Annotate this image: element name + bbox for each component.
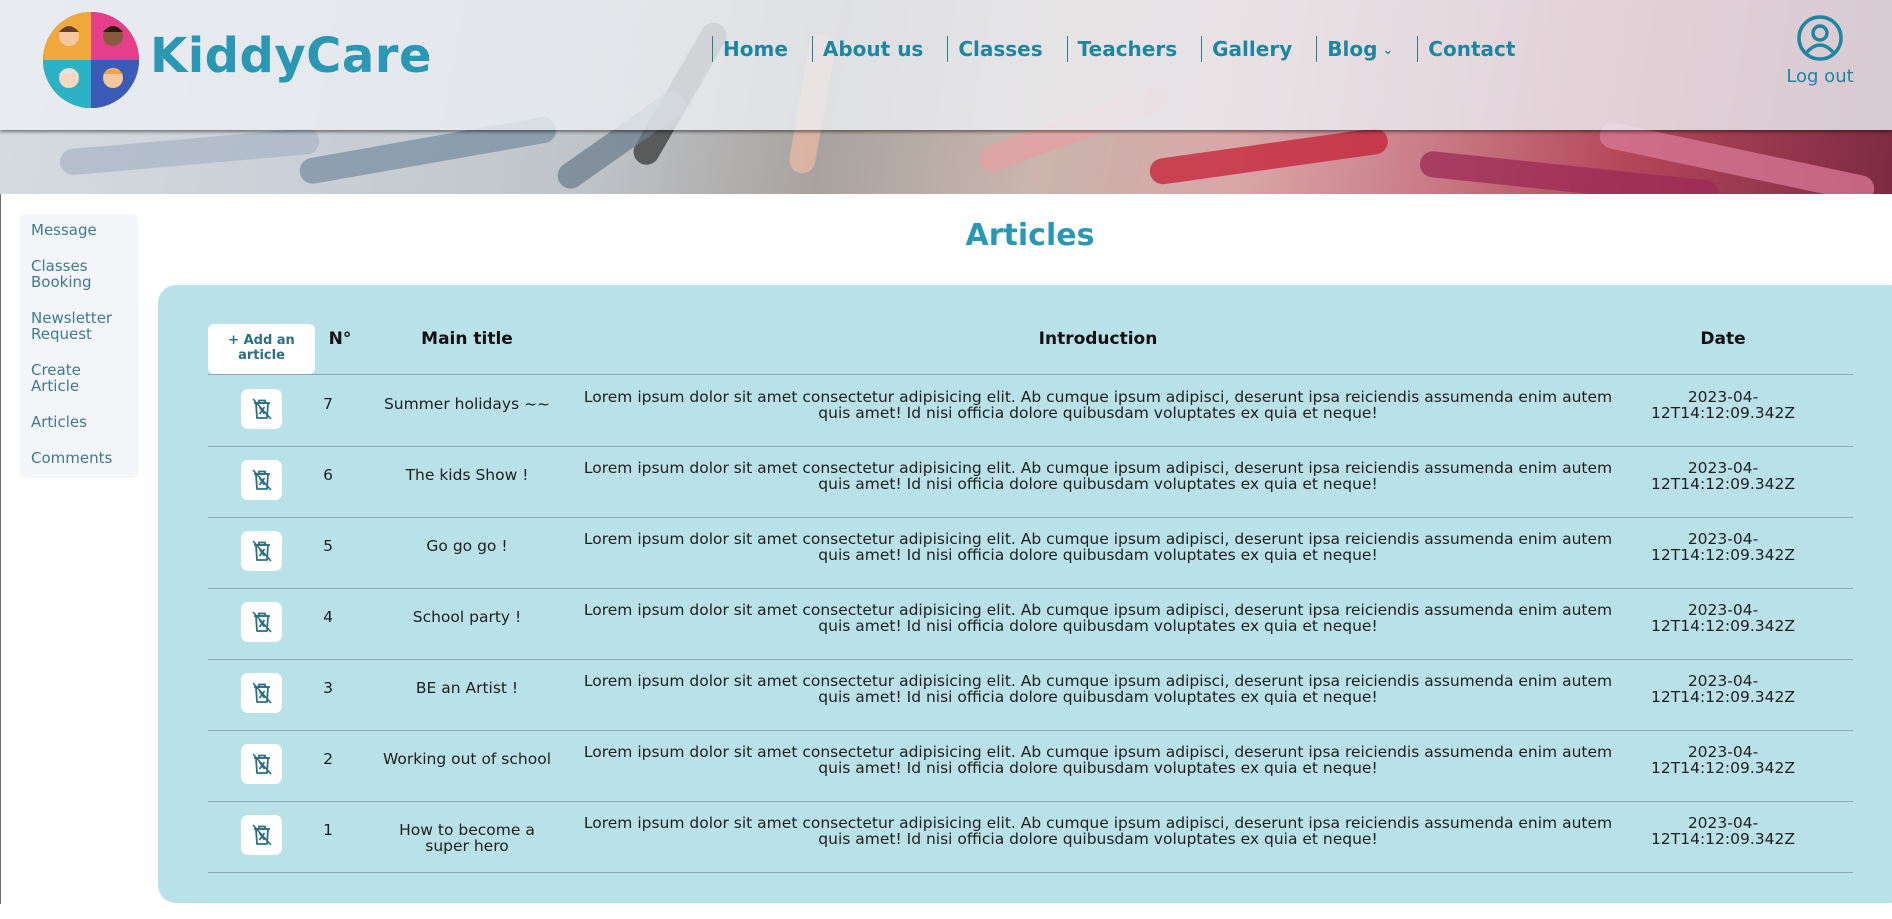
sidebar-item-classes-booking[interactable]: Classes Booking (31, 258, 131, 290)
article-date: 2023-04-12T14:12:09.342Z (1651, 814, 1795, 848)
article-number: 7 (323, 395, 333, 413)
delete-article-button[interactable] (241, 531, 282, 571)
logout-button[interactable]: Log out (1780, 14, 1860, 87)
article-title: BE an Artist ! (415, 679, 519, 697)
trash-cross-icon (251, 611, 272, 633)
nav-label: Blog (1327, 37, 1378, 61)
page-title: Articles (965, 218, 1095, 253)
article-date: 2023-04-12T14:12:09.342Z (1651, 601, 1795, 635)
sidebar-item-create-article[interactable]: Create Article (31, 362, 131, 394)
nav-blog[interactable]: Blog ⌄ (1316, 36, 1405, 62)
article-number: 3 (323, 679, 333, 697)
delete-article-button[interactable] (241, 460, 282, 500)
article-introduction: Lorem ipsum dolor sit amet consectetur a… (583, 459, 1613, 493)
nav-label: About us (822, 37, 924, 61)
article-date: 2023-04-12T14:12:09.342Z (1651, 672, 1795, 706)
article-date: 2023-04-12T14:12:09.342Z (1651, 743, 1795, 777)
sidebar-item-articles[interactable]: Articles (31, 414, 131, 430)
article-title: Go go go ! (426, 537, 508, 555)
logo-icon (43, 12, 139, 108)
nav-label: Teachers (1077, 37, 1178, 61)
table-row: 7 Summer holidays ~~ Lorem ipsum dolor s… (208, 375, 1853, 446)
trash-cross-icon (251, 682, 272, 704)
article-date: 2023-04-12T14:12:09.342Z (1651, 459, 1795, 493)
table-row: 2 Working out of school Lorem ipsum dolo… (208, 730, 1853, 801)
nav-label: Classes (958, 37, 1043, 61)
article-number: 2 (323, 750, 333, 768)
article-introduction: Lorem ipsum dolor sit amet consectetur a… (583, 530, 1613, 564)
article-date: 2023-04-12T14:12:09.342Z (1651, 530, 1795, 564)
left-divider (0, 194, 1, 904)
table-row: 1 How to become a super hero Lorem ipsum… (208, 801, 1853, 872)
column-header-main-title: Main title (421, 329, 513, 349)
delete-article-button[interactable] (241, 744, 282, 784)
article-number: 6 (323, 466, 333, 484)
article-introduction: Lorem ipsum dolor sit amet consectetur a… (583, 601, 1613, 635)
trash-cross-icon (251, 398, 272, 420)
trash-cross-icon (251, 824, 272, 846)
delete-article-button[interactable] (241, 389, 282, 429)
nav-contact[interactable]: Contact (1417, 36, 1527, 62)
nav-label: Home (723, 37, 788, 61)
article-date: 2023-04-12T14:12:09.342Z (1651, 388, 1795, 422)
table-row: 6 The kids Show ! Lorem ipsum dolor sit … (208, 446, 1853, 517)
article-title: How to become a super hero (399, 821, 535, 855)
article-introduction: Lorem ipsum dolor sit amet consectetur a… (583, 672, 1613, 706)
column-header-date: Date (1700, 329, 1746, 349)
article-introduction: Lorem ipsum dolor sit amet consectetur a… (583, 743, 1613, 777)
article-introduction: Lorem ipsum dolor sit amet consectetur a… (583, 814, 1613, 848)
article-title: The kids Show ! (405, 466, 529, 484)
chevron-down-icon: ⌄ (1382, 42, 1394, 58)
user-circle-icon (1797, 15, 1843, 61)
delete-article-button[interactable] (241, 673, 282, 713)
header-bar: KiddyCare Home About us Classes Teachers… (0, 0, 1892, 130)
article-number: 4 (323, 608, 333, 626)
nav-teachers[interactable]: Teachers (1066, 36, 1189, 62)
article-number: 1 (323, 821, 333, 839)
trash-cross-icon (251, 540, 272, 562)
brand-name[interactable]: KiddyCare (150, 28, 432, 84)
trash-cross-icon (251, 753, 272, 775)
nav-label: Contact (1428, 37, 1516, 61)
main-nav: Home About us Classes Teachers Gallery B… (712, 36, 1539, 62)
table-row: 3 BE an Artist ! Lorem ipsum dolor sit a… (208, 659, 1853, 730)
add-article-button[interactable]: + Add an article (208, 324, 315, 374)
nav-gallery[interactable]: Gallery (1201, 36, 1304, 62)
table-row: 4 School party ! Lorem ipsum dolor sit a… (208, 588, 1853, 659)
article-title: Summer holidays ~~ (383, 395, 551, 413)
column-header-number: N° (328, 329, 352, 349)
nav-classes[interactable]: Classes (947, 36, 1054, 62)
hero-banner: KiddyCare Home About us Classes Teachers… (0, 0, 1892, 194)
article-title: School party ! (412, 608, 522, 626)
article-title: Working out of school (382, 750, 552, 768)
nav-label: Gallery (1212, 37, 1293, 61)
sidebar-item-message[interactable]: Message (31, 222, 131, 238)
delete-article-button[interactable] (241, 602, 282, 642)
sidebar-item-comments[interactable]: Comments (31, 450, 131, 466)
column-header-introduction: Introduction (1038, 329, 1158, 349)
delete-article-button[interactable] (241, 815, 282, 855)
nav-home[interactable]: Home (712, 36, 800, 62)
logout-label: Log out (1786, 66, 1854, 87)
article-introduction: Lorem ipsum dolor sit amet consectetur a… (583, 388, 1613, 422)
trash-cross-icon (251, 469, 272, 491)
sidebar-item-newsletter-request[interactable]: Newsletter Request (31, 310, 131, 342)
article-number: 5 (323, 537, 333, 555)
nav-about-us[interactable]: About us (811, 36, 935, 62)
table-row: 5 Go go go ! Lorem ipsum dolor sit amet … (208, 517, 1853, 588)
row-divider (208, 872, 1853, 873)
admin-sidebar: Message Classes Booking Newsletter Reque… (20, 214, 138, 478)
